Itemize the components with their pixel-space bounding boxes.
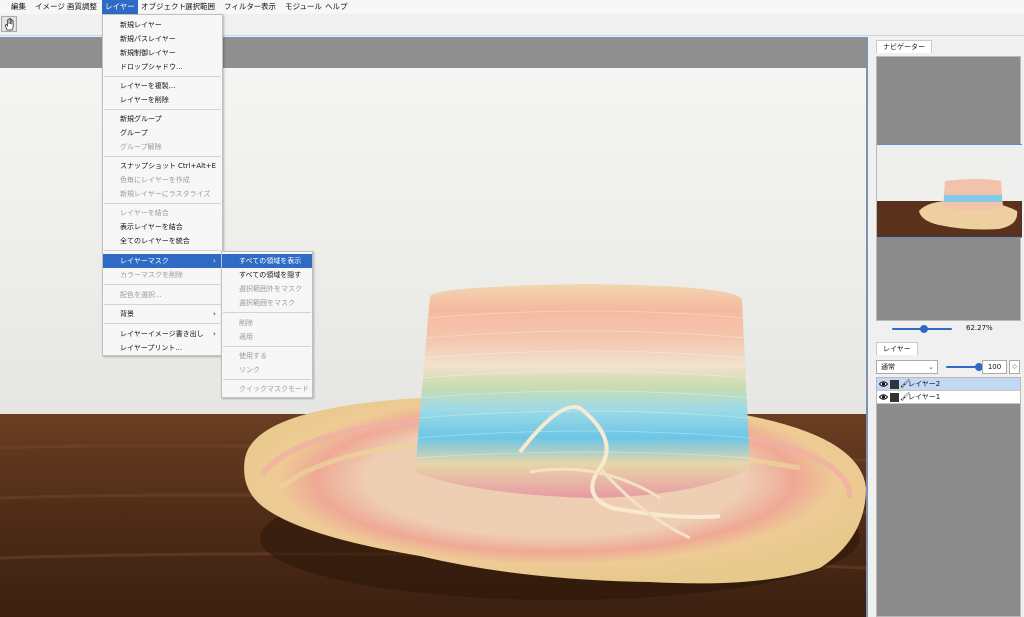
menu-item-hide-all[interactable]: すべての領域を隠す (222, 268, 312, 282)
eye-icon[interactable] (879, 393, 888, 401)
menu-help[interactable]: ヘルプ (322, 0, 351, 14)
menu-item-flatten[interactable]: 全てのレイヤーを統合 (103, 234, 222, 248)
menu-item-use-mask: 使用する (239, 352, 267, 360)
menu-selection[interactable]: 選択範囲 (182, 0, 218, 14)
navigator-preview[interactable] (876, 56, 1022, 321)
menu-item-background[interactable]: 背景 › (103, 307, 222, 321)
layer-list: 🖌 レイヤー2 🖌 レイヤー1 (876, 377, 1021, 617)
menu-item-label: レイヤーイメージ書き出し (120, 330, 204, 338)
layer-thumbnail (890, 380, 899, 389)
menu-item-delete-mask: 削除 (239, 319, 253, 327)
chevron-right-icon: › (213, 310, 216, 318)
menu-adjust[interactable]: 画質調整 (64, 0, 100, 14)
menu-module[interactable]: モジュール (282, 0, 325, 14)
menu-separator (104, 203, 221, 204)
blend-mode-value: 通常 (881, 363, 895, 371)
chevron-right-icon: › (213, 330, 216, 338)
menu-item-new-control-layer[interactable]: 新規制御レイヤー (103, 46, 222, 60)
eye-icon[interactable] (879, 380, 888, 388)
menu-item-new-layer[interactable]: 新規レイヤー (103, 18, 222, 32)
layer-menu: 新規レイヤー 新規パスレイヤー 新規制御レイヤー ドロップシャドウ... レイヤ… (102, 14, 223, 356)
menu-separator (223, 312, 311, 313)
menu-item-select-palette: 配色を選択... (120, 291, 162, 299)
layer-thumbnail (890, 393, 899, 402)
tab-navigator[interactable]: ナビゲーター (876, 40, 932, 53)
menu-item-label: 背景 (120, 310, 134, 318)
menu-item-delete-layer[interactable]: レイヤーを削除 (103, 93, 222, 107)
opacity-input[interactable]: 100 (982, 360, 1007, 374)
menu-separator (223, 379, 311, 380)
menu-item-layer-per-color: 色毎にレイヤーを作成 (120, 176, 190, 184)
menu-edit[interactable]: 編集 (8, 0, 29, 14)
layer-controls: 通常 ⌄ 100 ◇ (876, 360, 1021, 376)
layer-name: レイヤー1 (908, 393, 941, 401)
navigator-thumbnail (877, 144, 1022, 238)
hand-icon (4, 18, 14, 31)
menu-item-rasterize: 新規レイヤーにラスタライズ (120, 190, 211, 198)
layer-row[interactable]: 🖌 レイヤー1 (877, 391, 1020, 404)
menu-item-new-path-layer[interactable]: 新規パスレイヤー (103, 32, 222, 46)
chevron-right-icon: › (213, 257, 216, 265)
menu-item-snapshot[interactable]: スナップショット Ctrl+Alt+E (103, 159, 222, 173)
menu-item-shortcut: Ctrl+Alt+E (178, 162, 217, 170)
menu-separator (104, 250, 221, 251)
menu-item-group[interactable]: グループ (103, 126, 222, 140)
menu-item-apply-mask: 適用 (239, 333, 253, 341)
menu-separator (104, 109, 221, 110)
menu-image[interactable]: イメージ (32, 0, 68, 14)
menu-bar: 編集 イメージ 画質調整 レイヤー オブジェクト 選択範囲 フィルター 表示 モ… (0, 0, 1024, 14)
menu-view[interactable]: 表示 (258, 0, 279, 14)
layer-row[interactable]: 🖌 レイヤー2 (877, 378, 1020, 391)
menu-item-mask-outside-selection: 選択範囲外をマスク (239, 285, 302, 293)
menu-item-duplicate-layer[interactable]: レイヤーを複製... (103, 79, 222, 93)
menu-separator (104, 304, 221, 305)
chevron-down-icon: ⌄ (928, 363, 934, 371)
menu-separator (223, 346, 311, 347)
menu-item-layer-mask[interactable]: レイヤーマスク › (103, 254, 222, 268)
opacity-spinner[interactable]: ◇ (1009, 360, 1020, 374)
blend-mode-select[interactable]: 通常 ⌄ (876, 360, 938, 374)
menu-separator (104, 284, 221, 285)
navigator-thumbnail-image (877, 145, 1022, 237)
menu-item-drop-shadow[interactable]: ドロップシャドウ... (103, 60, 222, 74)
menu-layer[interactable]: レイヤー (102, 0, 138, 14)
menu-item-reveal-all[interactable]: すべての領域を表示 (222, 254, 312, 268)
menu-item-remove-color-mask: カラーマスクを削除 (120, 271, 183, 279)
menu-item-label: レイヤーマスク (120, 257, 169, 265)
zoom-slider-knob[interactable] (920, 325, 928, 333)
layer-name: レイヤー2 (908, 380, 941, 388)
right-panel: ナビゲーター 62.27% レイヤー 通常 ⌄ 100 ◇ 🖌 レイヤー2 🖌 … (870, 37, 1024, 617)
menu-separator (104, 323, 221, 324)
layer-mask-submenu: すべての領域を表示 すべての領域を隠す 選択範囲外をマスク 選択範囲をマスク 削… (221, 251, 313, 398)
menu-separator (104, 156, 221, 157)
zoom-value: 62.27% (966, 324, 993, 332)
menu-item-ungroup: グループ解除 (120, 143, 162, 151)
navigator-zoom: 62.27% (876, 321, 1021, 337)
menu-item-merge-visible[interactable]: 表示レイヤーを結合 (103, 220, 222, 234)
menu-item-mask-selection: 選択範囲をマスク (239, 299, 295, 307)
menu-item-export-layer-image[interactable]: レイヤーイメージ書き出し › (103, 327, 222, 341)
tab-layers[interactable]: レイヤー (876, 342, 918, 355)
hand-tool-button[interactable] (1, 16, 17, 32)
menu-item-quick-mask-mode: クイックマスクモード (239, 385, 309, 393)
menu-item-merge-layer: レイヤーを結合 (120, 209, 169, 217)
menu-item-layer-print[interactable]: レイヤープリント... (103, 341, 222, 355)
menu-separator (104, 76, 221, 77)
menu-item-new-group[interactable]: 新規グループ (103, 112, 222, 126)
menu-item-link-mask: リンク (239, 366, 260, 374)
menu-item-label: スナップショット (120, 162, 176, 170)
